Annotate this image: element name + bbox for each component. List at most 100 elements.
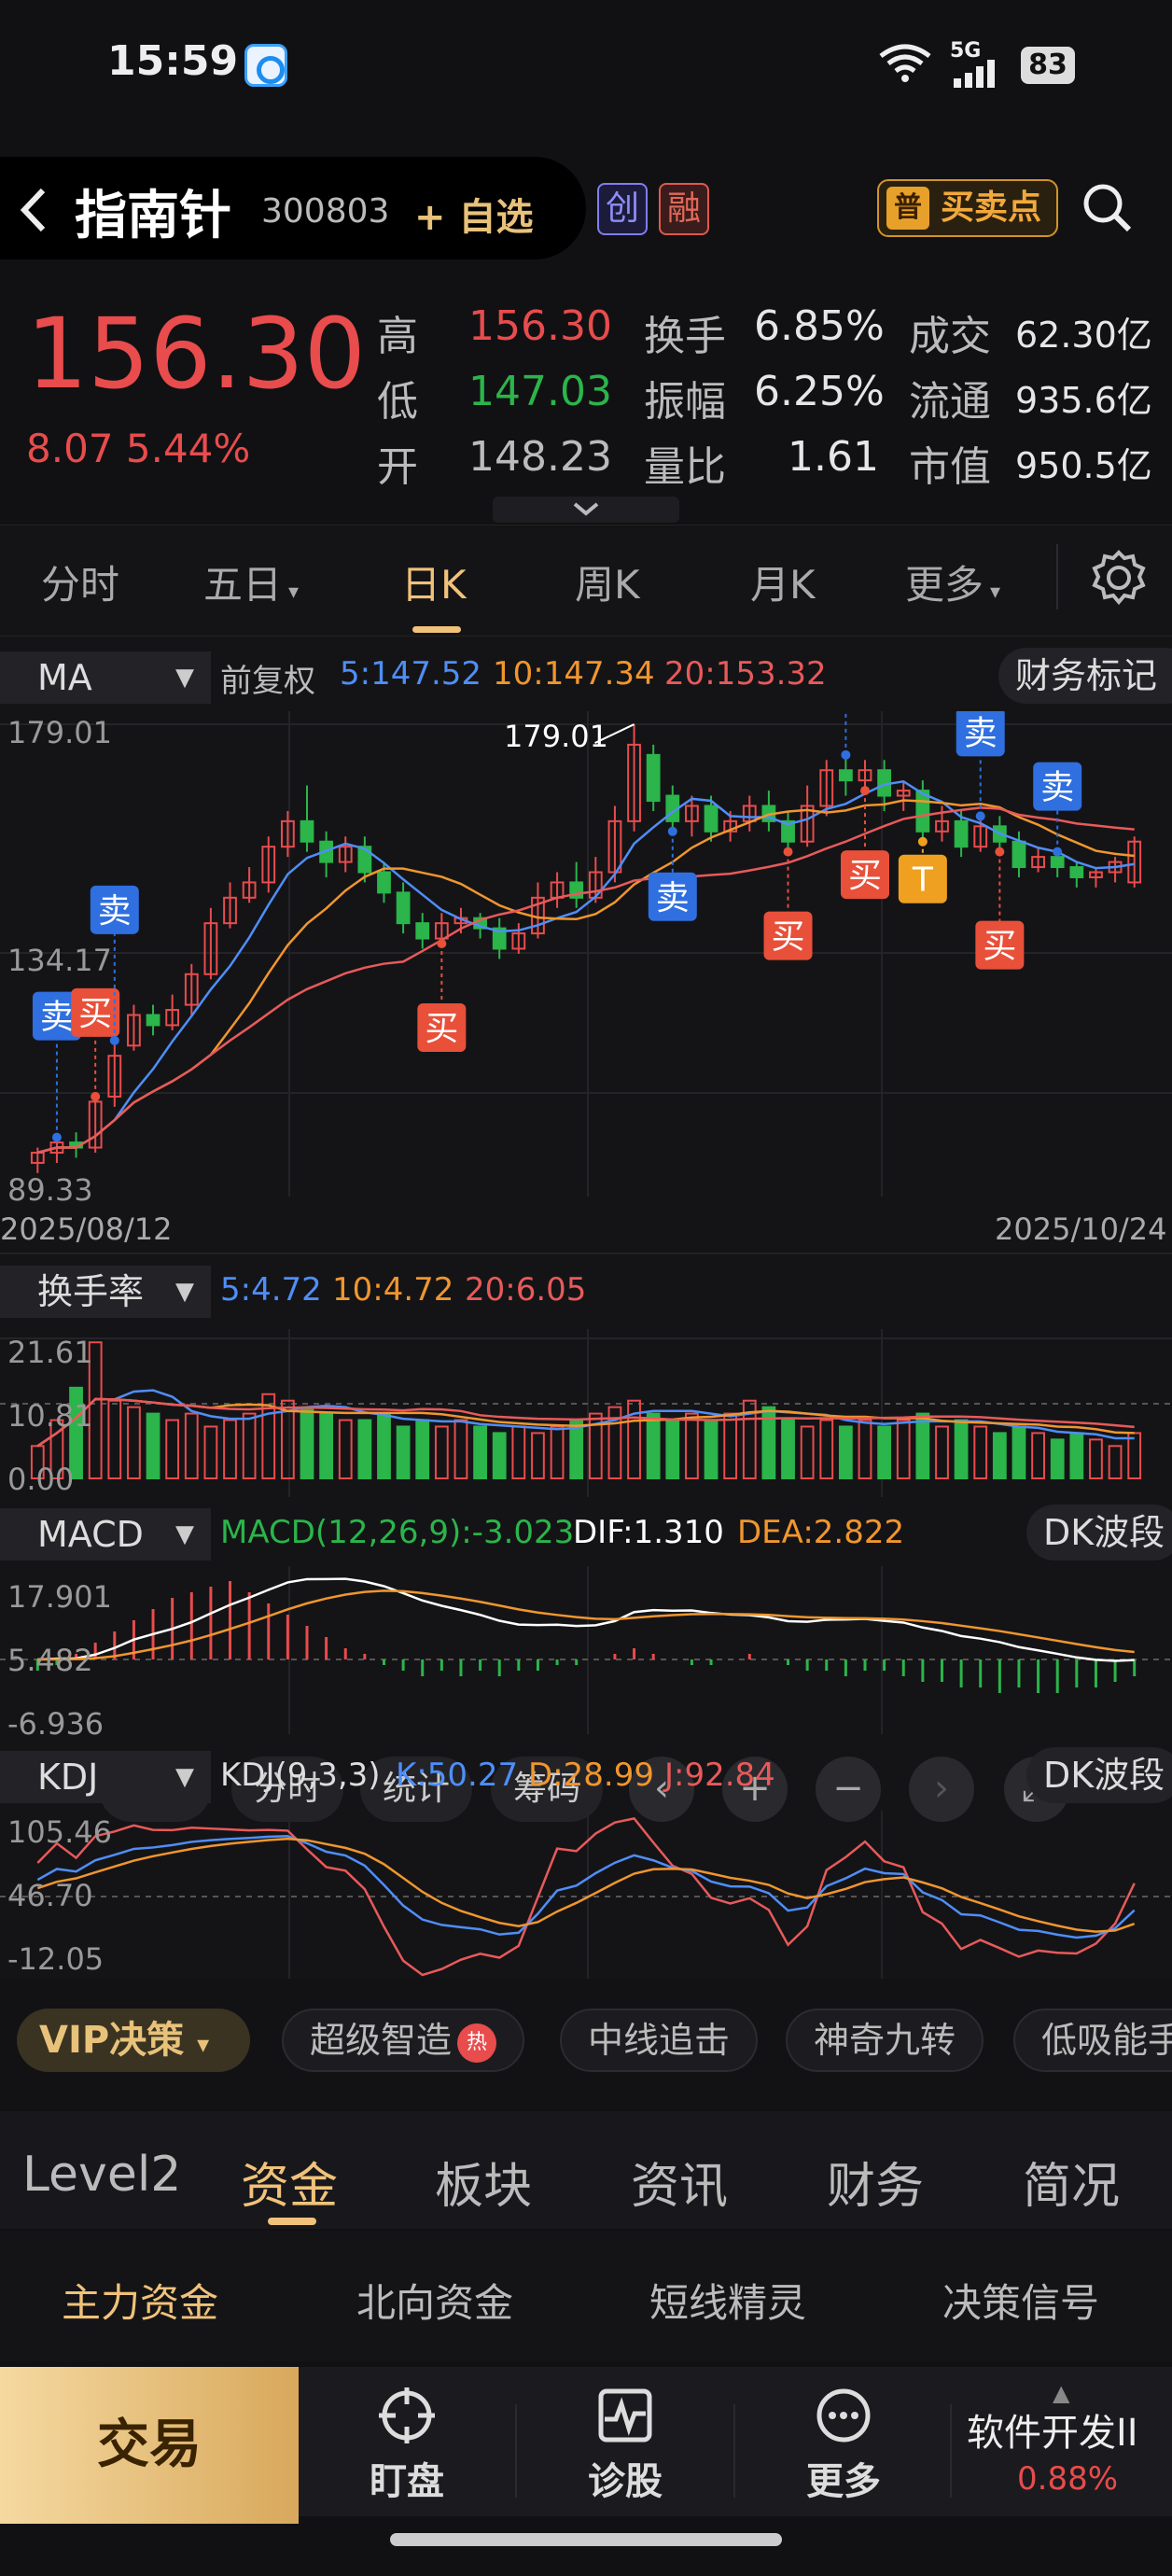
diagnose-button[interactable]: 诊股 xyxy=(560,2386,691,2505)
candle-body xyxy=(1069,866,1084,878)
signal-dot xyxy=(51,1132,62,1142)
float-cap-label: 流通 xyxy=(909,378,991,426)
tab-profile[interactable]: 简况 xyxy=(1023,2147,1120,2217)
turnover-bar xyxy=(473,1425,487,1479)
more-button[interactable]: 更多 xyxy=(778,2386,909,2505)
candle-body xyxy=(300,819,314,843)
tab-news[interactable]: 资讯 xyxy=(631,2147,728,2217)
turnover-l5: 5:4.72 xyxy=(220,1271,322,1309)
turnover-bar xyxy=(877,1425,892,1479)
turnover-axis-low: 0.00 xyxy=(7,1462,75,1497)
sell-signal-text: 卖 xyxy=(40,999,74,1037)
turnover-bar xyxy=(550,1425,565,1479)
macd-axis-low: -6.936 xyxy=(7,1706,105,1742)
signal-dot xyxy=(995,847,1005,857)
back-icon[interactable] xyxy=(17,187,50,233)
turnover-bar xyxy=(992,1432,1007,1479)
kdj-d-line xyxy=(36,1837,1136,1933)
buy-sell-points-label: 买卖点 xyxy=(941,189,1042,227)
main-indicator-select[interactable]: MA ▼ xyxy=(0,651,211,704)
candle-body xyxy=(146,1014,160,1027)
date-end: 2025/10/24 xyxy=(995,1211,1167,1247)
strategy-midline[interactable]: 中线追击 xyxy=(560,2009,759,2072)
turnover-bar xyxy=(127,1406,141,1479)
add-watchlist-button[interactable]: + 自选 xyxy=(414,187,533,241)
subtab-main-funds[interactable]: 主力资金 xyxy=(62,2272,218,2329)
trade-button[interactable]: 交易 xyxy=(0,2367,299,2524)
turnover-bar xyxy=(396,1425,411,1479)
dk-band-button-kdj[interactable]: DK波段 xyxy=(1026,1747,1172,1803)
turnover-chart[interactable] xyxy=(0,1329,1172,1497)
mkt-cap-label: 市值 xyxy=(909,443,991,491)
financial-mark-button[interactable]: 财务标记 xyxy=(998,648,1172,704)
turnover-bar xyxy=(954,1419,969,1479)
tab-more[interactable]: 更多 ▾ xyxy=(905,553,1000,610)
buy-signal-text: 买 xyxy=(983,928,1016,966)
turnover-bar xyxy=(781,1419,795,1479)
kdj-indicator-select[interactable]: KDJ ▼ xyxy=(0,1751,211,1803)
tab-intraday[interactable]: 分时 xyxy=(41,553,119,610)
margin-tag: 融 xyxy=(659,183,709,235)
open-label: 开 xyxy=(377,443,418,491)
turnover-l20: 20:6.05 xyxy=(465,1271,587,1309)
adjust-mode[interactable]: 前复权 xyxy=(220,655,315,701)
tab-finance[interactable]: 财务 xyxy=(827,2147,924,2217)
turnover-bar xyxy=(223,1419,237,1479)
ma5-legend: 5:147.52 xyxy=(340,655,482,693)
buy-sell-points-icon: 普 xyxy=(886,187,929,230)
turnover-bar xyxy=(838,1425,853,1479)
expand-quote-button[interactable] xyxy=(493,497,679,523)
strategy-super-smart[interactable]: 超级智造热 xyxy=(282,2009,525,2072)
kdj-indicator-label: KDJ xyxy=(37,1757,99,1798)
tab-daily-k[interactable]: 日K xyxy=(401,553,467,610)
search-icon[interactable] xyxy=(1081,181,1133,233)
high-value: 156.30 xyxy=(468,302,612,350)
turnover-bar xyxy=(896,1419,911,1479)
strategy-low-buy[interactable]: 低吸能手 xyxy=(1013,2009,1172,2072)
turnover-axis-top: 21.61 xyxy=(7,1335,93,1370)
tab-funds[interactable]: 资金 xyxy=(241,2147,338,2217)
hot-badge: 热 xyxy=(457,2023,497,2063)
subtab-shortline[interactable]: 短线精灵 xyxy=(649,2272,806,2329)
macd-chart[interactable] xyxy=(0,1566,1172,1734)
macd-dif: DIF:1.310 xyxy=(573,1514,724,1551)
sell-signal-text: 卖 xyxy=(98,892,132,931)
turnover-bar xyxy=(184,1412,199,1479)
index-name[interactable]: 软件开发II xyxy=(967,2402,1138,2457)
vol-ratio-value: 1.61 xyxy=(788,433,879,481)
turnover-bar xyxy=(1127,1432,1142,1479)
ma20-legend: 20:153.32 xyxy=(664,655,827,693)
turnover-bar xyxy=(107,1399,122,1479)
strategy-nine-turn[interactable]: 神奇九转 xyxy=(786,2009,984,2072)
macd-indicator-select[interactable]: MACD ▼ xyxy=(0,1508,211,1561)
index-change: 0.88% xyxy=(1017,2460,1119,2498)
subtab-northbound[interactable]: 北向资金 xyxy=(356,2272,513,2329)
crosshair-icon xyxy=(379,2387,435,2443)
high-label: 高 xyxy=(377,313,418,360)
tab-monthly-k[interactable]: 月K xyxy=(750,553,816,610)
macd-axis-mid: 5.482 xyxy=(7,1643,93,1678)
kdj-chart[interactable] xyxy=(0,1811,1172,1979)
turnover-indicator-select[interactable]: 换手率 ▼ xyxy=(0,1266,211,1318)
watch-button[interactable]: 盯盘 xyxy=(342,2386,472,2505)
turnover-bar xyxy=(1108,1445,1123,1479)
tab-level2[interactable]: Level2 xyxy=(22,2147,181,2203)
stock-code: 300803 xyxy=(261,192,390,231)
tab-underline xyxy=(412,626,461,633)
signal-dot xyxy=(783,847,793,857)
sell-signal-text: 卖 xyxy=(1040,769,1074,807)
signal-icon xyxy=(954,60,995,88)
tab-five-day[interactable]: 五日 ▾ xyxy=(203,553,299,610)
wifi-icon xyxy=(879,44,931,82)
turnover-bar xyxy=(146,1412,160,1479)
gear-icon[interactable] xyxy=(1090,549,1148,607)
tab-sector[interactable]: 板块 xyxy=(435,2147,532,2217)
subtab-decision[interactable]: 决策信号 xyxy=(942,2272,1099,2329)
candlestick-chart[interactable]: 卖买卖买卖买卖买T卖买卖 xyxy=(0,711,1172,1197)
dk-band-button[interactable]: DK波段 xyxy=(1026,1505,1172,1561)
vip-decision-button[interactable]: VIP决策 ▾ xyxy=(17,2009,250,2072)
ma5-line xyxy=(36,779,1135,1155)
turnover-l10: 10:4.72 xyxy=(332,1271,454,1309)
battery-indicator: 83 xyxy=(1021,47,1075,84)
tab-weekly-k[interactable]: 周K xyxy=(575,553,640,610)
